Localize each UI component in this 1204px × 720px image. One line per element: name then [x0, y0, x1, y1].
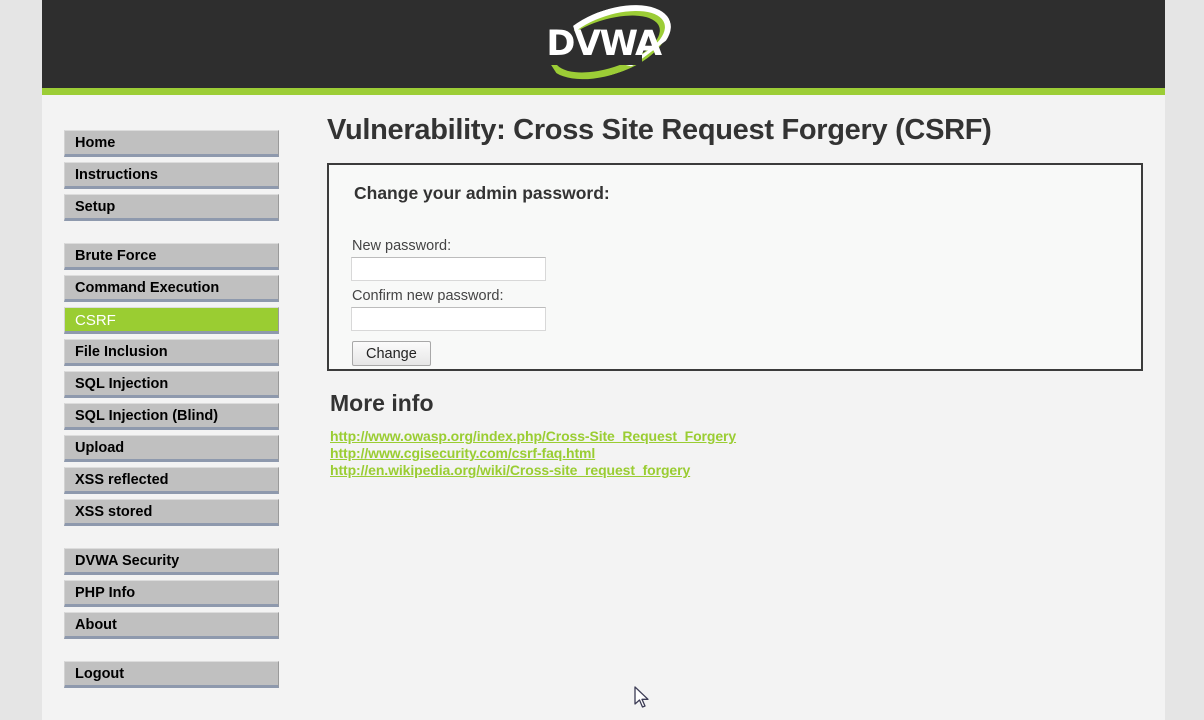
sidebar-item-php-info[interactable]: PHP Info: [64, 580, 279, 607]
sidebar-group-separator: [64, 531, 279, 548]
sidebar-item-setup[interactable]: Setup: [64, 194, 279, 221]
more-info-link-1[interactable]: http://www.owasp.org/index.php/Cross-Sit…: [330, 428, 1147, 444]
new-password-input[interactable]: [351, 257, 546, 281]
dvwa-logo-graphic: DVWA: [529, 7, 679, 81]
header-accent-bar: [42, 88, 1165, 95]
dvwa-logo: DVWA: [42, 0, 1165, 88]
page-title: Vulnerability: Cross Site Request Forger…: [327, 114, 992, 146]
sidebar-item-upload[interactable]: Upload: [64, 435, 279, 462]
more-info-link-3[interactable]: http://en.wikipedia.org/wiki/Cross-site_…: [330, 462, 1147, 478]
sidebar-item-brute-force[interactable]: Brute Force: [64, 243, 279, 270]
confirm-password-label: Confirm new password:: [352, 288, 504, 304]
form-heading: Change your admin password:: [354, 183, 610, 203]
sidebar-item-logout[interactable]: Logout: [64, 661, 279, 688]
site-header: DVWA: [42, 0, 1165, 88]
confirm-password-input[interactable]: [351, 307, 546, 331]
sidebar-item-xss-stored[interactable]: XSS stored: [64, 499, 279, 526]
sidebar-item-sql-injection-blind[interactable]: SQL Injection (Blind): [64, 403, 279, 430]
sidebar-item-command-execution[interactable]: Command Execution: [64, 275, 279, 302]
sidebar-item-dvwa-security[interactable]: DVWA Security: [64, 548, 279, 575]
dvwa-logo-text: DVWA: [546, 24, 662, 64]
sidebar-item-instructions[interactable]: Instructions: [64, 162, 279, 189]
more-info-link-2[interactable]: http://www.cgisecurity.com/csrf-faq.html: [330, 445, 1147, 461]
new-password-label: New password:: [352, 238, 452, 254]
more-info-links: http://www.owasp.org/index.php/Cross-Sit…: [327, 428, 1147, 478]
sidebar-group-separator: [64, 644, 279, 661]
sidebar-item-home[interactable]: Home: [64, 130, 279, 157]
more-info-title: More info: [330, 390, 434, 416]
sidebar-item-sql-injection[interactable]: SQL Injection: [64, 371, 279, 398]
vulnerability-panel: Change your admin password: New password…: [327, 163, 1143, 371]
sidebar-item-csrf[interactable]: CSRF: [64, 307, 279, 334]
sidebar-item-about[interactable]: About: [64, 612, 279, 639]
screen: DVWA Home Instructions Setup Brute Force Com…: [0, 0, 1204, 720]
change-password-button[interactable]: Change: [352, 341, 431, 366]
sidebar-group-separator: [64, 226, 279, 243]
main-content: Vulnerability: Cross Site Request Forger…: [327, 114, 1147, 479]
sidebar-item-file-inclusion[interactable]: File Inclusion: [64, 339, 279, 366]
sidebar-item-xss-reflected[interactable]: XSS reflected: [64, 467, 279, 494]
dvwa-page: DVWA Home Instructions Setup Brute Force Com…: [42, 0, 1165, 720]
page-body: Home Instructions Setup Brute Force Command …: [42, 95, 1165, 720]
sidebar-nav: Home Instructions Setup Brute Force Command …: [64, 130, 279, 693]
